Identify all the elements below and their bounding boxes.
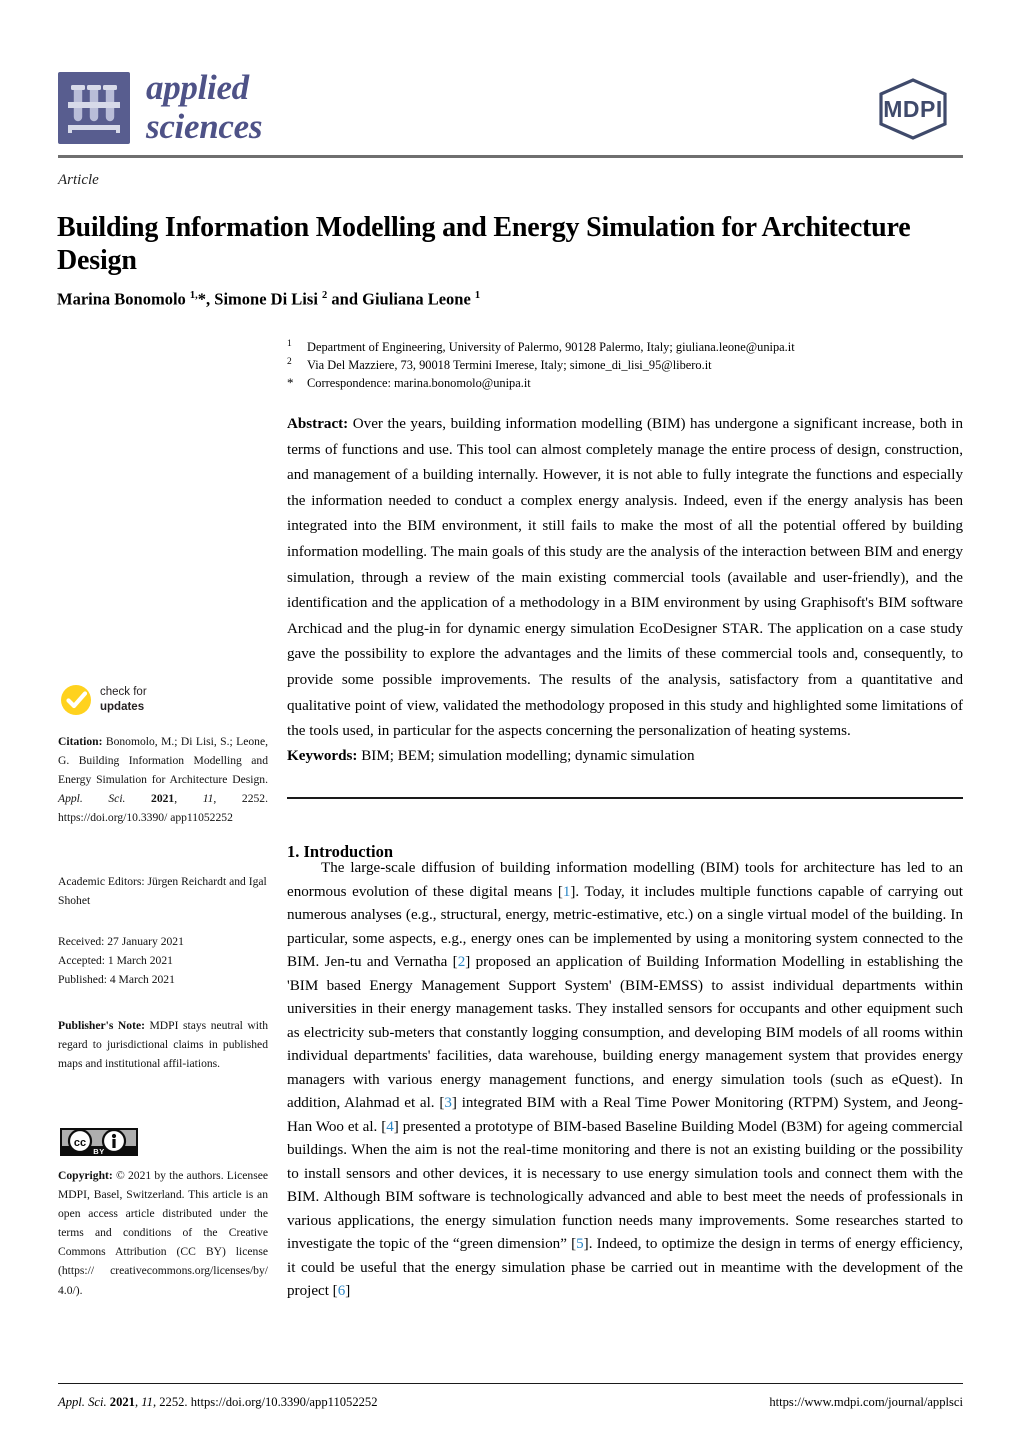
affiliation-list: 1 Department of Engineering, University … (287, 338, 963, 393)
author-list: Marina Bonomolo 1,*, Simone Di Lisi 2 an… (57, 289, 481, 309)
footer-journal: Appl. Sci. (58, 1395, 107, 1409)
svg-text:MDPI: MDPI (883, 96, 943, 122)
citation-volume: 11 (202, 792, 214, 806)
abstract-label: Abstract: (287, 416, 349, 432)
date-received: Received: 27 January 2021 (58, 935, 184, 948)
creative-commons-by-icon[interactable]: cc BY (60, 1128, 138, 1156)
footer-citation: Appl. Sci. 2021, 11, 2252. https://doi.o… (58, 1395, 378, 1409)
publication-dates: Received: 27 January 2021 Accepted: 1 Ma… (58, 932, 268, 989)
page-title: Building Information Modelling and Energ… (57, 211, 911, 276)
citation-reference-link[interactable]: 4 (386, 1119, 394, 1135)
check-for-updates-text: check for updates (100, 685, 147, 714)
affiliation-row: 1 Department of Engineering, University … (287, 338, 963, 356)
footer-divider (58, 1383, 963, 1385)
keywords-label: Keywords: (287, 748, 358, 764)
citation-reference-link[interactable]: 3 (444, 1095, 452, 1111)
citation-journal: Appl. Sci. (58, 792, 126, 806)
correspondence-marker: * (287, 375, 294, 391)
header-divider (58, 155, 963, 158)
citation-year: 2021 (125, 792, 175, 806)
mdpi-logo-icon: MDPI (879, 78, 947, 140)
affiliation-row: 2 Via Del Mazziere, 73, 90018 Termini Im… (287, 356, 963, 374)
journal-masthead: applied sciences MDPI (58, 68, 963, 158)
affiliation-text: Department of Engineering, University of… (307, 340, 795, 354)
paper-page: applied sciences MDPI Article Building I… (0, 0, 1020, 1442)
correspondence-text: Correspondence: marina.bonomolo@unipa.it (307, 376, 531, 391)
abstract-section-divider (287, 797, 963, 799)
journal-title-wordmark: applied sciences (146, 68, 262, 146)
introduction-text: The large-scale diffusion of building in… (287, 860, 964, 1299)
citation-reference-link[interactable]: 5 (576, 1236, 584, 1252)
cfu-line-1: check for (100, 686, 147, 698)
svg-text:BY: BY (93, 1147, 105, 1156)
footer-journal-url[interactable]: https://www.mdpi.com/journal/applsci (769, 1395, 963, 1410)
copyright-label: Copyright: (58, 1169, 113, 1182)
cfu-line-2: updates (100, 700, 145, 713)
journal-title-line1: applied (146, 68, 249, 107)
academic-editors: Academic Editors: Jürgen Reichardt and I… (58, 875, 267, 908)
copyright-text: © 2021 by the authors. Licensee MDPI, Ba… (58, 1169, 268, 1297)
article-type-label: Article (58, 172, 99, 188)
abstract-text: Over the years, building information mod… (287, 416, 964, 740)
footer-year: 2021 (106, 1395, 135, 1409)
svg-text:cc: cc (74, 1137, 86, 1149)
abstract-block: Abstract: Over the years, building infor… (287, 412, 963, 745)
footer-rest: , 2252. https://doi.org/10.3390/app11052… (152, 1395, 378, 1409)
date-published: Published: 4 March 2021 (58, 973, 175, 987)
introduction-paragraph: The large-scale diffusion of building in… (287, 857, 963, 1304)
affiliation-marker: 1 (287, 339, 292, 349)
publisher-note-label: Publisher's Note: (58, 1019, 145, 1032)
citation-reference-link[interactable]: 6 (338, 1283, 346, 1299)
check-for-updates-badge[interactable]: check for updates (60, 684, 210, 718)
affiliation-marker: 2 (287, 357, 292, 368)
keywords-text: BIM; BEM; simulation modelling; dynamic … (361, 748, 695, 764)
keywords-block: Keywords: BIM; BEM; simulation modelling… (287, 744, 963, 770)
citation-label: Citation: (58, 735, 103, 748)
publisher-note: Publisher's Note: MDPI stays neutral wit… (58, 1016, 268, 1073)
citation-reference-link[interactable]: 2 (458, 954, 466, 970)
affiliation-text: Via Del Mazziere, 73, 90018 Termini Imer… (307, 358, 712, 373)
checkmark-circle-icon (61, 685, 91, 715)
journal-title-line2: sciences (146, 107, 263, 146)
citation-reference-link[interactable]: 1 (563, 884, 571, 900)
test-tube-rack-icon (68, 85, 120, 133)
applied-sciences-logo-icon (58, 72, 130, 144)
footer-volume: 11 (141, 1395, 153, 1409)
date-accepted: Accepted: 1 March 2021 (58, 954, 173, 968)
citation-block: Citation: Bonomolo, M.; Di Lisi, S.; Leo… (58, 735, 268, 825)
affiliation-row: * Correspondence: marina.bonomolo@unipa.… (287, 374, 963, 392)
copyright-block: Copyright: © 2021 by the authors. Licens… (58, 1166, 268, 1300)
